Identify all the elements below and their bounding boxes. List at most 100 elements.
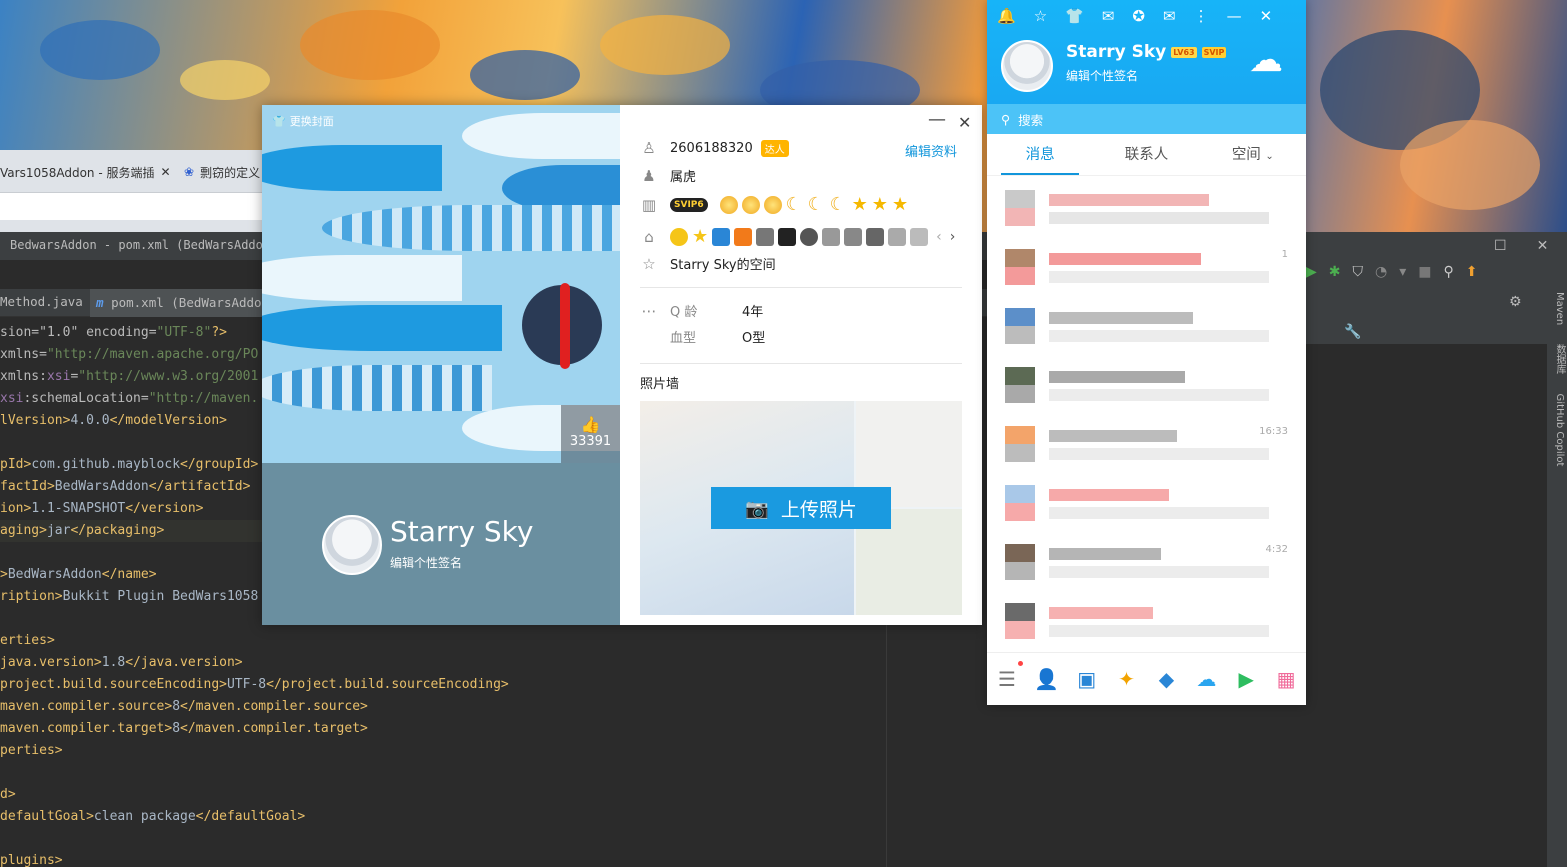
code-line[interactable]: perties> xyxy=(0,740,886,762)
penguin-icon: ♙ xyxy=(642,139,656,157)
code-token: > xyxy=(0,567,8,582)
stop-icon[interactable]: ■ xyxy=(1418,264,1431,280)
qq-nickname[interactable]: Starry Sky LV63 SVIP xyxy=(1066,42,1227,62)
video-icon[interactable]: ▶ xyxy=(1234,667,1258,691)
game-icon[interactable]: ✦ xyxy=(1115,667,1139,691)
update-icon[interactable]: ⬆ xyxy=(1466,264,1478,280)
q-age-label: Q 龄 xyxy=(670,305,698,320)
edit-profile-link[interactable]: 编辑资料 xyxy=(905,141,957,160)
like-button[interactable]: 👍 33391 xyxy=(561,405,620,463)
menu-icon[interactable]: ⋮ xyxy=(1194,7,1209,25)
shirt-icon[interactable]: 👕 xyxy=(1065,7,1084,25)
copilot-tool-tab[interactable]: GitHub Copilot xyxy=(1554,394,1565,467)
code-line[interactable]: maven.compiler.target>8</maven.compiler.… xyxy=(0,718,886,740)
code-line[interactable]: java.version>1.8</java.version> xyxy=(0,652,886,674)
upload-photo-label: 上传照片 xyxy=(780,498,857,521)
conversation-item[interactable] xyxy=(987,178,1306,237)
gear-icon[interactable]: ⚙ xyxy=(1509,294,1522,310)
weather-icon[interactable]: ☁ xyxy=(1249,40,1297,80)
tab-contacts[interactable]: 联系人 xyxy=(1093,134,1199,175)
maven-icon: m xyxy=(96,295,104,310)
code-line[interactable]: maven.compiler.source>8</maven.compiler.… xyxy=(0,696,886,718)
conversation-item[interactable]: 4:32 xyxy=(987,532,1306,591)
signature-link[interactable]: 编辑个性签名 xyxy=(1066,67,1138,84)
browser-tab-2[interactable]: ❀ 剽窃的定义 xyxy=(184,158,264,186)
talent-badge[interactable]: 达人 xyxy=(760,139,789,157)
run-toolbar: ▶ ✱ ⛉ ◔ ▾ ■ ⚲ ⬆ xyxy=(1306,264,1478,280)
avatar[interactable] xyxy=(322,515,382,575)
close-icon[interactable]: ✕ xyxy=(958,113,971,132)
svip-badge[interactable]: SVIP xyxy=(1201,46,1227,58)
apps-icon[interactable]: ▦ xyxy=(1274,667,1298,691)
conversation-item[interactable] xyxy=(987,473,1306,532)
menu-icon[interactable]: ☰ xyxy=(995,661,1023,691)
change-cover-button[interactable]: 👕 更换封面 xyxy=(272,113,334,129)
conversation-item[interactable]: 1 xyxy=(987,237,1306,296)
maximize-icon[interactable]: ☐ xyxy=(1494,238,1507,254)
code-line[interactable] xyxy=(0,828,886,850)
game-center-icon[interactable]: ◆ xyxy=(1154,667,1178,691)
close-icon[interactable]: ✕ xyxy=(1260,7,1273,25)
add-friend-icon[interactable]: 👤 xyxy=(1034,667,1059,691)
code-line[interactable]: plugins> xyxy=(0,850,886,867)
cloud-icon[interactable]: ☁ xyxy=(1194,667,1218,691)
bell-icon[interactable]: 🔔 xyxy=(997,7,1016,25)
mail-icon[interactable]: ✉ xyxy=(1102,7,1115,25)
code-line[interactable] xyxy=(0,762,886,784)
minimize-icon[interactable]: — xyxy=(1227,7,1242,25)
file-icon[interactable]: ▣ xyxy=(1075,667,1099,691)
code-line[interactable]: erties> xyxy=(0,630,886,652)
divider xyxy=(640,363,962,364)
search-icon[interactable]: ⚲ xyxy=(1444,264,1454,280)
avatar[interactable] xyxy=(1001,40,1053,92)
level-badge[interactable]: LV63 xyxy=(1171,46,1197,58)
upload-photo-button[interactable]: 📷 上传照片 xyxy=(711,487,891,529)
profile-icon[interactable]: ◔ xyxy=(1375,264,1387,280)
chevron-right-icon[interactable]: › xyxy=(950,229,956,245)
code-line[interactable]: project.build.sourceEncoding>UTF-8</proj… xyxy=(0,674,886,696)
svip-badge[interactable]: SVIP6 xyxy=(670,197,708,212)
maven-tool-tab[interactable]: Maven xyxy=(1554,292,1565,325)
signature-link[interactable]: 编辑个性签名 xyxy=(390,554,462,571)
conversation-item[interactable]: 16:33 xyxy=(987,414,1306,473)
conversation-item[interactable] xyxy=(987,296,1306,355)
code-line[interactable]: defaultGoal>clean package</defaultGoal> xyxy=(0,806,886,828)
code-line[interactable]: d> xyxy=(0,784,886,806)
service-badges[interactable]: ★ ‹ › xyxy=(670,226,955,247)
wrench-icon[interactable]: 🔧 xyxy=(1344,324,1361,340)
database-tool-tab[interactable]: 数据库 xyxy=(1554,344,1565,374)
coverage-icon[interactable]: ⛉ xyxy=(1353,264,1364,280)
minimize-icon[interactable]: — xyxy=(928,109,946,130)
contact-name-redacted xyxy=(1049,548,1161,560)
code-token: </maven.compiler.source> xyxy=(180,699,368,714)
moon-icon: ☾ xyxy=(829,193,846,215)
star-icon[interactable]: ☆ xyxy=(1034,7,1047,25)
sun-icon xyxy=(763,195,782,214)
space-link[interactable]: Starry Sky的空间 xyxy=(670,254,776,273)
conversation-item[interactable] xyxy=(987,355,1306,414)
message-icon[interactable]: ✉ xyxy=(1163,7,1176,25)
browser-tab-1[interactable]: Vars1058Addon - 服务端插 ✕ xyxy=(0,158,170,186)
close-icon[interactable]: ✕ xyxy=(161,165,171,179)
address-bar[interactable] xyxy=(0,192,262,220)
sun-icon xyxy=(719,195,738,214)
conversation-item[interactable] xyxy=(987,591,1306,648)
chevron-left-icon[interactable]: ‹ xyxy=(936,229,942,245)
contact-name-redacted xyxy=(1049,489,1169,501)
tab-messages[interactable]: 消息 xyxy=(987,134,1093,175)
tab-pom-xml[interactable]: m pom.xml (BedWarsAddo xyxy=(90,289,268,317)
more-run-icon[interactable]: ▾ xyxy=(1399,264,1406,280)
moon-icon: ☾ xyxy=(785,193,802,215)
space-row[interactable]: ☆ Starry Sky的空间 xyxy=(640,254,776,274)
more-icon[interactable]: ⋯ xyxy=(640,302,658,320)
baidu-icon: ❀ xyxy=(184,165,195,179)
run-icon[interactable]: ▶ xyxy=(1306,264,1317,280)
tab-space[interactable]: 空间 ⌄ xyxy=(1200,134,1306,175)
code-token: 8 xyxy=(172,721,181,736)
medal-icon[interactable]: ✪ xyxy=(1132,7,1145,25)
level-badges[interactable]: ☾ ☾ ☾ ★ ★ ★ xyxy=(719,193,912,215)
tab-method-java[interactable]: Method.java xyxy=(0,294,83,309)
debug-icon[interactable]: ✱ xyxy=(1329,264,1341,280)
search-input[interactable]: ⚲ 搜索 xyxy=(987,104,1306,134)
close-icon[interactable]: ✕ xyxy=(1537,238,1549,254)
